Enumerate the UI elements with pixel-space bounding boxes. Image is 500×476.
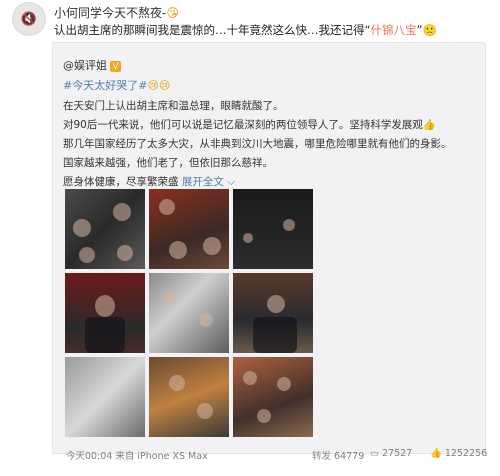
username[interactable]: 小何同学今天不熬夜-😘 [54, 4, 179, 21]
photo-thumbnail-9[interactable] [233, 357, 313, 437]
photo-thumbnail-2[interactable] [149, 189, 229, 269]
avatar-icon: 🔇 [20, 11, 38, 27]
post-text: 认出胡主席的那瞬间我是震惊的…十年竟然这么快…我还记得“什锦八宝”🙁 [54, 22, 437, 38]
username-text: 小何同学今天不熬夜- [54, 6, 167, 20]
repost-button[interactable]: 转发 64779 [312, 448, 364, 462]
expand-button[interactable]: 展开全文 ⌵ [182, 176, 235, 188]
photo-thumbnail-3[interactable] [233, 189, 313, 269]
comment-icon: ▭ [370, 448, 379, 459]
repost-author[interactable]: @娱评姐 V [63, 57, 121, 73]
post-text-highlight[interactable]: 什锦八宝 [370, 23, 416, 37]
photo-thumbnail-6[interactable] [233, 273, 313, 353]
chevron-down-icon: ⌵ [223, 176, 236, 188]
repost-count: 64779 [334, 451, 365, 462]
repost-last-line: 愿身体健康，尽享繁荣盛 [63, 176, 179, 188]
like-count: 1252256 [444, 448, 488, 459]
repost-line-2: 对90后一代来说，他们可以说是记忆最深刻的两位领导人了。坚持科学发展观👍 [63, 119, 436, 131]
comment-button[interactable]: ▭ 27527 [370, 448, 412, 459]
photo-thumbnail-8[interactable] [149, 357, 229, 437]
repost-card: @娱评姐 V #今天太好哭了#😢😢 在天安门上认出胡主席和温总理，眼睛就酸了。 对… [52, 42, 486, 454]
like-button[interactable]: 👍 1252256 [430, 448, 487, 459]
repost-line-1: 在天安门上认出胡主席和温总理，眼睛就酸了。 [63, 100, 284, 112]
expand-label: 展开全文 [181, 176, 224, 188]
repost-line-5: 愿身体健康，尽享繁荣盛 展开全文 ⌵ [63, 174, 235, 189]
photo-thumbnail-5[interactable] [149, 273, 229, 353]
photo-thumbnail-7[interactable] [65, 357, 145, 437]
repost-icon: 转发 [312, 451, 332, 462]
post-timestamp: 今天00:04 来自 iPhone XS Max [66, 451, 208, 462]
repost-author-name: @娱评姐 [63, 59, 107, 72]
topic-text: #今天太好哭了# [63, 79, 148, 92]
topic-emojis: 😢😢 [147, 79, 171, 92]
avatar[interactable]: 🔇 [12, 2, 46, 36]
username-emoji: 😘 [166, 6, 179, 20]
thumbs-up-icon: 👍 [430, 448, 442, 459]
repost-line-3: 那几年国家经历了太多大灾，从非典到汶川大地震，哪里危险哪里就有他们的身影。 [63, 138, 452, 150]
photo-thumbnail-1[interactable] [65, 189, 145, 269]
post-text-before: 认出胡主席的那瞬间我是震惊的…十年竟然这么快…我还记得“ [54, 23, 371, 37]
comment-count: 27527 [381, 448, 413, 459]
repost-line-4: 国家越来越强，他们老了，但依旧那么慈祥。 [63, 157, 273, 169]
post-text-emoji: 🙁 [422, 23, 437, 37]
photo-thumbnail-4[interactable] [65, 273, 145, 353]
verified-badge-icon: V [110, 61, 121, 72]
topic-link[interactable]: #今天太好哭了#😢😢 [63, 77, 170, 93]
